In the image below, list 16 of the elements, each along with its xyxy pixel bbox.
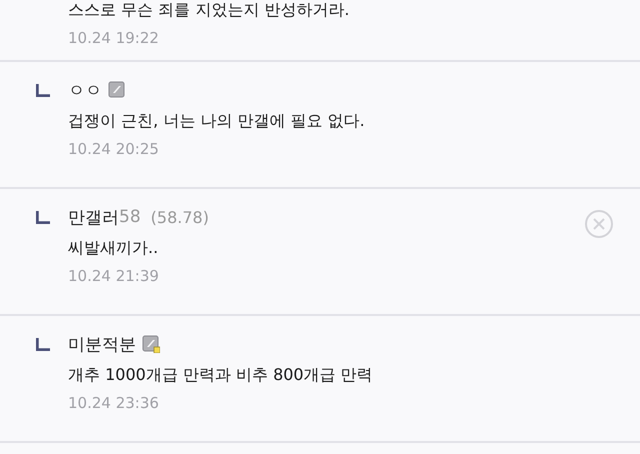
comment-date: 10.24 20:25	[68, 140, 160, 158]
commenter-name[interactable]: 만갤러	[68, 206, 119, 228]
comment-date: 10.24 19:22	[68, 29, 160, 47]
commenter-ip: (58.78)	[150, 208, 209, 226]
comment-date: 10.24 21:39	[68, 267, 160, 285]
commenter-name[interactable]: ㅇㅇ	[68, 78, 102, 102]
commenter-name-suffix: 58	[119, 207, 141, 227]
commenter-name[interactable]: 미분적분	[68, 332, 136, 356]
comment-text: 씨발새끼가..	[68, 237, 160, 259]
gallery-badge-icon	[142, 335, 160, 353]
comment-text: 겁쟁이 근친, 너는 나의 만갤에 필요 없다.	[68, 110, 366, 132]
gallery-badge-icon	[108, 81, 126, 99]
comment-date: 10.24 23:36	[68, 394, 160, 412]
comment-text: 스스로 무슨 죄를 지었는지 반성하거라.	[68, 0, 350, 21]
comment-text: 개추 1000개급 만력과 비추 800개급 만력	[68, 364, 374, 386]
delete-button[interactable]	[584, 209, 614, 239]
